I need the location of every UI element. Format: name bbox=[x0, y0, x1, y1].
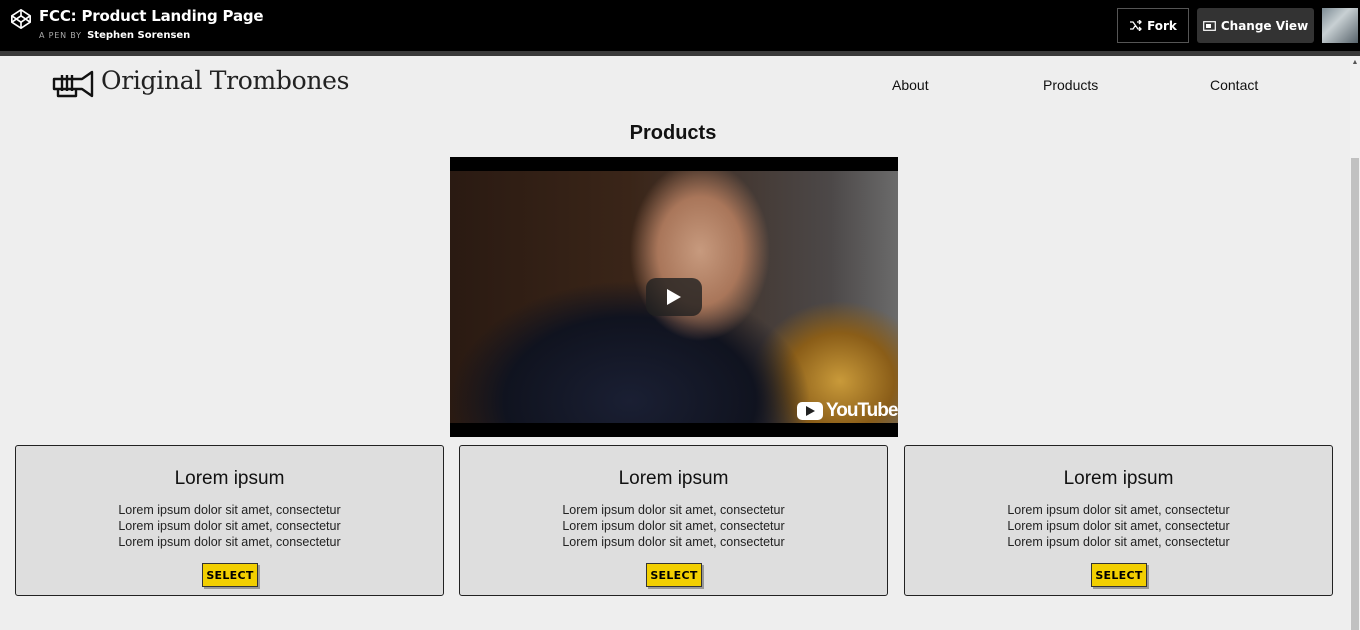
card-line: Lorem ipsum dolor sit amet, consectetur bbox=[118, 535, 341, 549]
pen-title: FCC: Product Landing Page bbox=[39, 7, 264, 25]
fork-label: Fork bbox=[1147, 18, 1177, 33]
play-icon bbox=[667, 289, 681, 305]
change-view-button[interactable]: Change View bbox=[1197, 8, 1314, 43]
nav-about[interactable]: About bbox=[892, 77, 929, 93]
card-line: Lorem ipsum dolor sit amet, consectetur bbox=[1007, 503, 1230, 517]
pen-byline: A PEN BY Stephen Sorensen bbox=[39, 30, 190, 41]
card-description: Lorem ipsum dolor sit amet, consectetur … bbox=[460, 502, 887, 550]
author-link[interactable]: Stephen Sorensen bbox=[87, 30, 190, 41]
card-description: Lorem ipsum dolor sit amet, consectetur … bbox=[16, 502, 443, 550]
nav-contact[interactable]: Contact bbox=[1210, 77, 1258, 93]
youtube-label: YouTube bbox=[826, 400, 898, 421]
products-heading: Products bbox=[629, 122, 717, 144]
product-card: Lorem ipsum Lorem ipsum dolor sit amet, … bbox=[15, 445, 444, 596]
video-player[interactable]: YouTube bbox=[450, 157, 898, 437]
trumpet-logo-icon[interactable] bbox=[52, 69, 94, 99]
select-button[interactable]: SELECT bbox=[646, 563, 702, 587]
change-view-label: Change View bbox=[1220, 18, 1309, 33]
product-card: Lorem ipsum Lorem ipsum dolor sit amet, … bbox=[904, 445, 1333, 596]
select-button[interactable]: SELECT bbox=[202, 563, 258, 587]
card-title: Lorem ipsum bbox=[618, 468, 729, 489]
card-line: Lorem ipsum dolor sit amet, consectetur bbox=[118, 503, 341, 517]
fork-button[interactable]: Fork bbox=[1117, 8, 1189, 43]
card-line: Lorem ipsum dolor sit amet, consectetur bbox=[118, 519, 341, 533]
codepen-logo-icon[interactable] bbox=[10, 8, 32, 30]
card-line: Lorem ipsum dolor sit amet, consectetur bbox=[562, 519, 785, 533]
card-line: Lorem ipsum dolor sit amet, consectetur bbox=[562, 535, 785, 549]
card-line: Lorem ipsum dolor sit amet, consectetur bbox=[562, 503, 785, 517]
nav-products[interactable]: Products bbox=[1043, 77, 1098, 93]
select-button[interactable]: SELECT bbox=[1091, 563, 1147, 587]
product-card: Lorem ipsum Lorem ipsum dolor sit amet, … bbox=[459, 445, 888, 596]
header-divider bbox=[0, 51, 1360, 56]
card-line: Lorem ipsum dolor sit amet, consectetur bbox=[1007, 519, 1230, 533]
scroll-up-arrow-icon[interactable]: ▲ bbox=[1351, 58, 1359, 68]
card-description: Lorem ipsum dolor sit amet, consectetur … bbox=[905, 502, 1332, 550]
card-title: Lorem ipsum bbox=[1063, 468, 1174, 489]
play-button[interactable] bbox=[646, 278, 702, 316]
change-view-icon bbox=[1202, 21, 1216, 31]
scrollbar-thumb[interactable] bbox=[1351, 158, 1359, 630]
fork-icon bbox=[1130, 20, 1142, 31]
card-line: Lorem ipsum dolor sit amet, consectetur bbox=[1007, 535, 1230, 549]
user-avatar[interactable] bbox=[1322, 8, 1358, 43]
card-title: Lorem ipsum bbox=[174, 468, 285, 489]
site-name[interactable]: Original Trombones bbox=[101, 66, 349, 95]
youtube-icon bbox=[797, 402, 823, 420]
youtube-logo[interactable]: YouTube bbox=[797, 400, 898, 422]
by-label: A PEN BY bbox=[39, 31, 82, 40]
